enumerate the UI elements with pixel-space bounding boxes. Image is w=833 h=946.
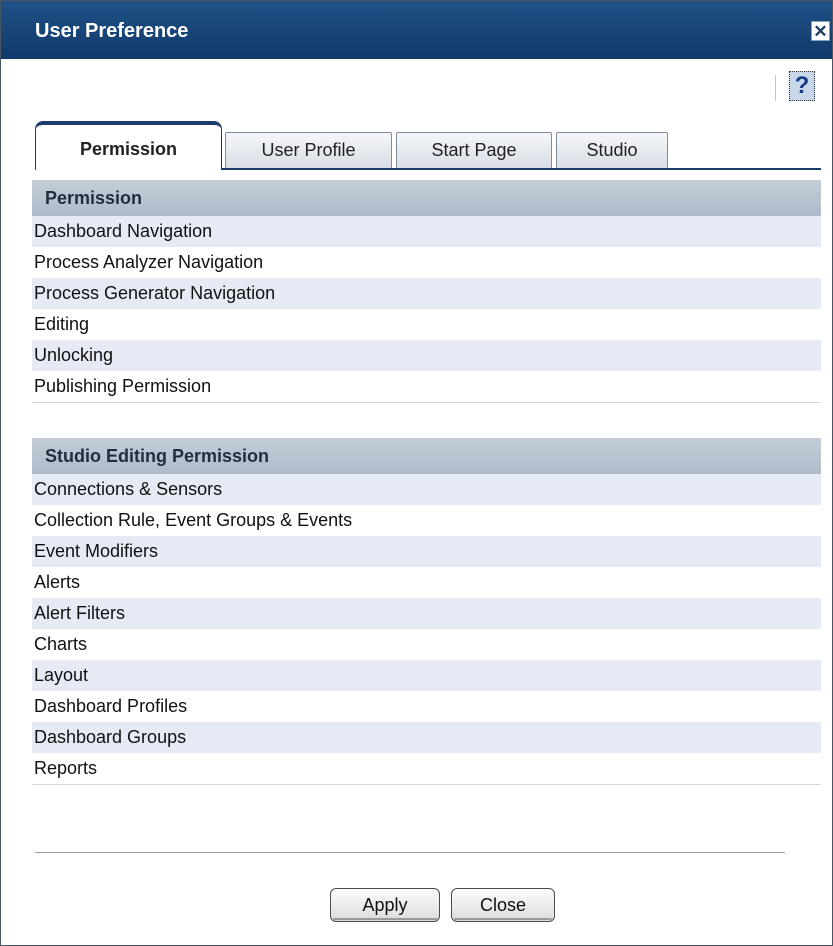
section-header-studio-editing: Studio Editing Permission	[32, 438, 821, 474]
toolbar-separator	[775, 75, 776, 101]
list-item[interactable]: Process Generator Navigation	[32, 278, 821, 309]
close-icon[interactable]: ✕	[811, 21, 830, 41]
studio-editing-section: Studio Editing Permission Connections & …	[32, 438, 821, 785]
list-item[interactable]: Dashboard Profiles	[32, 691, 821, 722]
tab-start-page[interactable]: Start Page	[396, 132, 552, 168]
tab-bar: Permission User Profile Start Page Studi…	[35, 121, 821, 171]
list-item[interactable]: Dashboard Navigation	[32, 216, 821, 247]
tab-studio[interactable]: Studio	[556, 132, 668, 168]
user-preference-dialog: User Preference ✕ ? Permission User Prof…	[0, 0, 833, 946]
help-icon[interactable]: ?	[789, 71, 815, 101]
list-item[interactable]: Process Analyzer Navigation	[32, 247, 821, 278]
list-item[interactable]: Collection Rule, Event Groups & Events	[32, 505, 821, 536]
list-item[interactable]: Unlocking	[32, 340, 821, 371]
list-item[interactable]: Charts	[32, 629, 821, 660]
tab-user-profile[interactable]: User Profile	[225, 132, 392, 168]
list-item[interactable]: Connections & Sensors	[32, 474, 821, 505]
footer-divider	[35, 852, 785, 853]
section-header-permission: Permission	[32, 180, 821, 216]
title-bar[interactable]: User Preference ✕	[1, 1, 832, 59]
list-item[interactable]: Editing	[32, 309, 821, 340]
close-button[interactable]: Close	[451, 888, 555, 922]
list-item[interactable]: Publishing Permission	[32, 371, 821, 402]
list-item[interactable]: Layout	[32, 660, 821, 691]
dialog-title: User Preference	[35, 20, 189, 42]
list-item[interactable]: Alert Filters	[32, 598, 821, 629]
tab-permission[interactable]: Permission	[35, 121, 222, 170]
list-item[interactable]: Event Modifiers	[32, 536, 821, 567]
list-item[interactable]: Dashboard Groups	[32, 722, 821, 753]
apply-button[interactable]: Apply	[330, 888, 440, 922]
permission-section: Permission Dashboard Navigation Process …	[32, 180, 821, 403]
list-item[interactable]: Reports	[32, 753, 821, 784]
list-item[interactable]: Alerts	[32, 567, 821, 598]
